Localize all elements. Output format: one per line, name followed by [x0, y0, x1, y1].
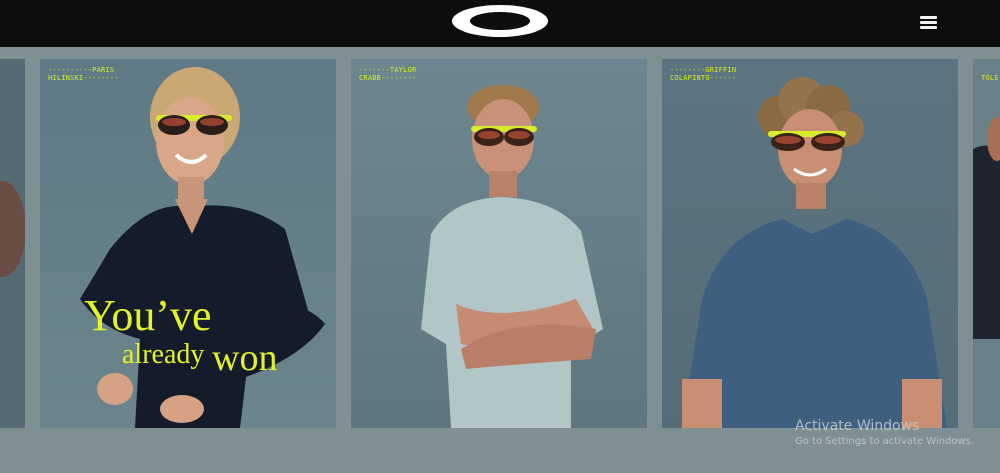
slogan-line-1: You’ve: [84, 291, 212, 340]
top-navigation-bar: [0, 0, 1000, 47]
athlete-name-tag: --------GRIFFIN COLAPINTO------: [670, 66, 737, 82]
athlete-photo: [351, 59, 647, 428]
athlete-name-tag: -------TAYLOR CRABB--------: [359, 66, 417, 82]
athlete-card[interactable]: -------TAYLOR CRABB--------: [351, 59, 647, 428]
athlete-name-tag: TOLE: [981, 74, 999, 82]
carousel-panel-next[interactable]: TOLE: [973, 59, 1000, 428]
oakley-logo[interactable]: [451, 4, 549, 38]
hamburger-menu-icon[interactable]: [918, 13, 940, 33]
athlete-name-tag: ----------PARIS HILINSKI--------: [48, 66, 119, 82]
athlete-carousel: ----------PARIS HILINSKI-------- You’ve …: [0, 47, 1000, 430]
athlete-photo: [40, 59, 336, 428]
athlete-photo: [662, 59, 958, 428]
activate-windows-title: Activate Windows: [795, 418, 920, 434]
carousel-panel-previous[interactable]: [0, 59, 25, 428]
athlete-card[interactable]: ----------PARIS HILINSKI-------- You’ve …: [40, 59, 336, 428]
athlete-card[interactable]: --------GRIFFIN COLAPINTO------: [662, 59, 958, 428]
activate-windows-subtitle: Go to Settings to activate Windows.: [795, 436, 975, 447]
slogan-word-already: already: [122, 339, 205, 370]
slogan-word-won: won: [212, 337, 278, 379]
